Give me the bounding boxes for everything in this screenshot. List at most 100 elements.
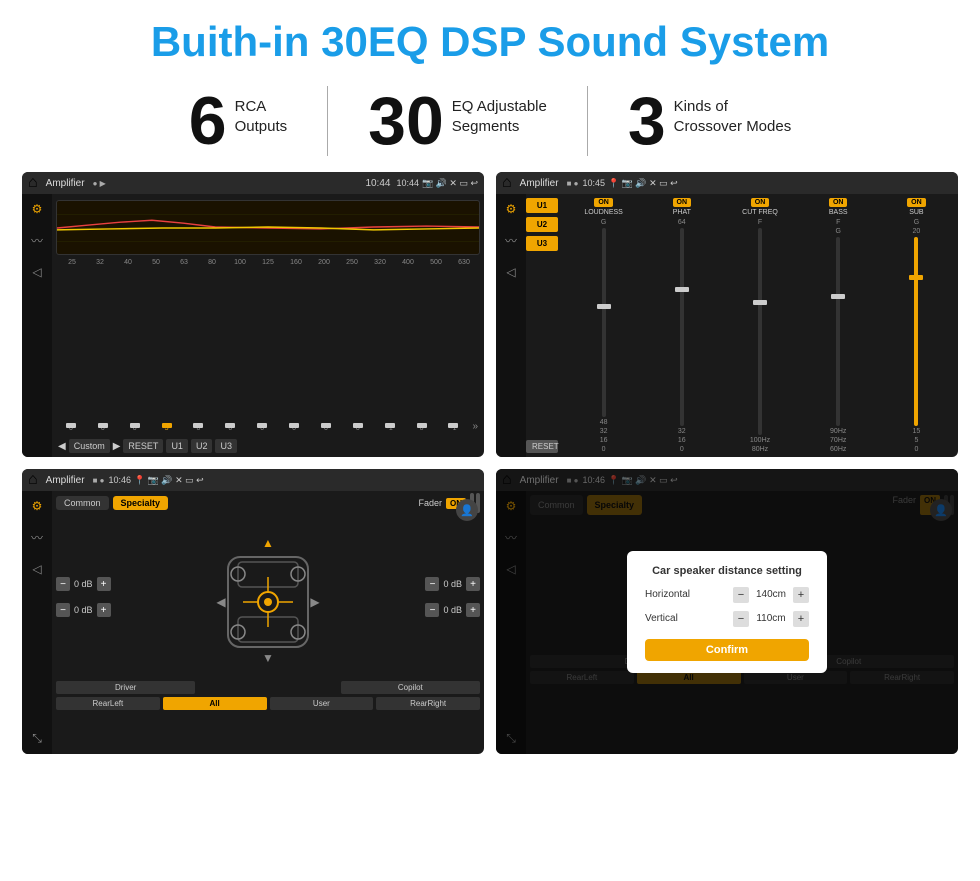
home-icon[interactable]: ⌂: [28, 174, 38, 192]
specialty-tab[interactable]: Specialty: [113, 496, 169, 510]
reset-btn-eq[interactable]: RESET: [123, 439, 163, 453]
spacer-btn: [198, 681, 337, 694]
slider-10[interactable]: 0: [343, 423, 373, 432]
screen1-title: Amplifier: [46, 178, 85, 189]
phat-toggle[interactable]: ON: [673, 198, 692, 207]
rearright-btn[interactable]: RearRight: [376, 697, 480, 710]
screens-grid: ⌂ Amplifier ● ▶ 10:44 10:44 📷 🔊 ✕ ▭ ↩ ⚙ …: [0, 172, 980, 754]
spk-left-1-val: 0 dB: [74, 579, 93, 589]
u2-btn[interactable]: U2: [191, 439, 213, 453]
u1-btn[interactable]: U1: [166, 439, 188, 453]
slider-6[interactable]: 0: [215, 423, 245, 432]
copilot-btn[interactable]: Copilot: [341, 681, 480, 694]
wave-icon[interactable]: 〰: [31, 232, 43, 249]
screen3-top: Common Specialty Fader ON: [56, 491, 480, 513]
all-btn[interactable]: All: [163, 697, 267, 710]
slider-4[interactable]: 5: [152, 423, 182, 432]
next-arrow[interactable]: ▶: [113, 441, 121, 452]
horizontal-minus[interactable]: −: [733, 587, 749, 603]
rearleft-btn[interactable]: RearLeft: [56, 697, 160, 710]
screen1-time: 10:44: [365, 178, 390, 189]
slider-5[interactable]: 0: [184, 423, 214, 432]
slider-7[interactable]: 0: [247, 423, 277, 432]
slider-13[interactable]: -1: [439, 423, 469, 432]
user-profile-icon[interactable]: 👤: [456, 499, 478, 521]
screen3-inner: Common Specialty Fader ON − 0 dB: [52, 491, 484, 754]
screen3-icons: 10:46 📍 📷 🔊 ✕ ▭ ↩: [108, 475, 203, 486]
cutfreq-label: CUT FREQ: [742, 209, 778, 216]
preset-u3[interactable]: U3: [526, 236, 558, 251]
screen3-content: ⚙ 〰 ◁ ⤡ Common Specialty Fader ON: [22, 491, 484, 754]
horizontal-plus[interactable]: +: [793, 587, 809, 603]
spk-left-2-val: 0 dB: [74, 605, 93, 615]
screen2-header: ⌂ Amplifier ■ ● 10:45 📍 📷 🔊 ✕ ▭ ↩: [496, 172, 958, 194]
eq-sliders: 0 0 0: [56, 423, 468, 432]
spk-right-1-plus[interactable]: +: [466, 577, 480, 591]
slider-2[interactable]: 0: [88, 423, 118, 432]
spk-right-1-minus[interactable]: −: [425, 577, 439, 591]
reset-btn-amp[interactable]: RESET: [526, 440, 558, 453]
preset-u1[interactable]: U1: [526, 198, 558, 213]
spk-right-2-minus[interactable]: −: [425, 603, 439, 617]
driver-btn[interactable]: Driver: [56, 681, 195, 694]
speaker-icon-3[interactable]: ◁: [32, 562, 41, 576]
dialog-title: Car speaker distance setting: [645, 565, 809, 577]
vert-sliders-row: G 48 32 16 0 64: [566, 219, 954, 453]
horizontal-controls: − 140cm +: [733, 587, 809, 603]
home-icon-2[interactable]: ⌂: [502, 174, 512, 192]
toggle-row: ON LOUDNESS ON PHAT ON CUT FREQ ON: [566, 198, 954, 216]
spk-right-1-val: 0 dB: [443, 579, 462, 589]
user-btn[interactable]: User: [270, 697, 374, 710]
u3-btn[interactable]: U3: [215, 439, 237, 453]
svg-text:◀: ◀: [216, 595, 226, 609]
confirm-button[interactable]: Confirm: [645, 639, 809, 661]
screen-amp: ⌂ Amplifier ■ ● 10:45 📍 📷 🔊 ✕ ▭ ↩ ⚙ 〰 ◁ …: [496, 172, 958, 457]
eq-icon-3[interactable]: ⚙: [32, 499, 43, 513]
sub-label: SUB: [909, 209, 923, 216]
slider-12[interactable]: 0: [407, 423, 437, 432]
loudness-toggle[interactable]: ON: [594, 198, 613, 207]
page-title: Buith-in 30EQ DSP Sound System: [0, 0, 980, 76]
eq-icon-2[interactable]: ⚙: [506, 202, 517, 216]
slider-3[interactable]: 0: [120, 423, 150, 432]
screen3-header: ⌂ Amplifier ■ ● 10:46 📍 📷 🔊 ✕ ▭ ↩: [22, 469, 484, 491]
home-icon-3[interactable]: ⌂: [28, 471, 38, 489]
vertical-minus[interactable]: −: [733, 611, 749, 627]
spk-left-1-minus[interactable]: −: [56, 577, 70, 591]
slider-1[interactable]: 0: [56, 423, 86, 432]
wave-icon-3[interactable]: 〰: [31, 529, 43, 546]
eq-curve-svg: [57, 201, 479, 254]
sub-toggle[interactable]: ON: [907, 198, 926, 207]
eq-bottom-bar: ◀ Custom ▶ RESET U1 U2 U3: [56, 436, 480, 453]
slider-11[interactable]: -1: [375, 423, 405, 432]
screen1-side-icons: ⚙ 〰 ◁: [22, 194, 52, 457]
wave-icon-2[interactable]: 〰: [505, 232, 517, 249]
custom-btn[interactable]: Custom: [69, 439, 110, 453]
eq-icon[interactable]: ⚙: [32, 202, 43, 216]
screen2-content: ⚙ 〰 ◁ U1 U2 U3 RESET ON: [496, 194, 958, 457]
spk-left-2-plus[interactable]: +: [97, 603, 111, 617]
spk-left-2-minus[interactable]: −: [56, 603, 70, 617]
slider-9[interactable]: 0: [311, 423, 341, 432]
svg-text:▶: ▶: [310, 595, 320, 609]
stat-eq-text: EQ Adjustable Segments: [452, 87, 547, 136]
prev-arrow[interactable]: ◀: [58, 441, 66, 452]
preset-u2[interactable]: U2: [526, 217, 558, 232]
expand-icon-3[interactable]: ⤡: [32, 731, 42, 746]
speaker-icon[interactable]: ◁: [32, 265, 41, 279]
screen3-side-icons: ⚙ 〰 ◁ ⤡: [22, 491, 52, 754]
vertical-plus[interactable]: +: [793, 611, 809, 627]
stat-rca: 6 RCA Outputs: [149, 87, 327, 155]
eq-arrows: »: [470, 421, 480, 432]
common-tab[interactable]: Common: [56, 496, 109, 510]
spk-right-2-plus[interactable]: +: [466, 603, 480, 617]
freq-labels: 25 32 40 50 63 80 100 125 160 200 250 32…: [56, 259, 480, 266]
cutfreq-toggle[interactable]: ON: [751, 198, 770, 207]
slider-8[interactable]: 0: [279, 423, 309, 432]
spk-left-1-plus[interactable]: +: [97, 577, 111, 591]
screen2-title: Amplifier: [520, 178, 559, 189]
stat-eq: 30 EQ Adjustable Segments: [328, 87, 587, 155]
screen1-dots: ● ▶: [93, 179, 106, 188]
bass-toggle[interactable]: ON: [829, 198, 848, 207]
speaker-icon-2[interactable]: ◁: [506, 265, 515, 279]
